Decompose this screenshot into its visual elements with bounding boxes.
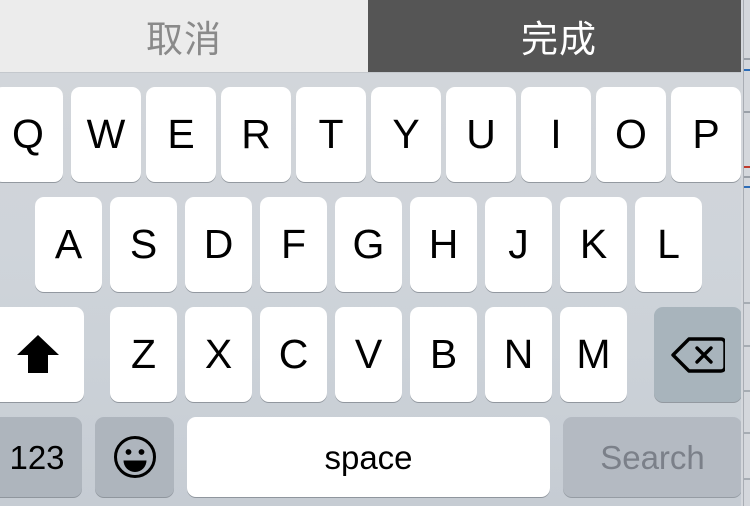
shift-key[interactable] bbox=[0, 307, 84, 402]
key-g[interactable]: G bbox=[335, 197, 402, 292]
key-label: M bbox=[576, 331, 611, 377]
key-u[interactable]: U bbox=[446, 87, 516, 182]
key-label: B bbox=[429, 331, 458, 377]
key-label: J bbox=[508, 221, 529, 267]
key-label: U bbox=[466, 111, 496, 157]
edge-mark bbox=[744, 478, 750, 480]
key-label: H bbox=[428, 221, 459, 267]
right-edge-divider bbox=[743, 0, 744, 506]
key-label: T bbox=[318, 111, 344, 157]
shift-arrow-icon bbox=[0, 307, 84, 402]
key-q[interactable]: Q bbox=[0, 87, 63, 182]
key-r[interactable]: R bbox=[221, 87, 291, 182]
key-label: X bbox=[204, 331, 233, 377]
key-x[interactable]: X bbox=[185, 307, 252, 402]
key-l[interactable]: L bbox=[635, 197, 702, 292]
key-label: G bbox=[352, 221, 385, 267]
cancel-button[interactable]: 取消 bbox=[0, 0, 368, 72]
key-label: O bbox=[615, 111, 647, 157]
key-label: K bbox=[579, 221, 608, 267]
edge-mark bbox=[744, 69, 750, 71]
key-label: Q bbox=[12, 111, 44, 157]
key-p[interactable]: P bbox=[671, 87, 741, 182]
key-m[interactable]: M bbox=[560, 307, 627, 402]
keyboard-row-1: Q W E R T Y U I O P bbox=[0, 87, 750, 182]
edge-mark bbox=[744, 111, 750, 113]
key-v[interactable]: V bbox=[335, 307, 402, 402]
key-label: N bbox=[503, 331, 534, 377]
edge-mark bbox=[744, 58, 750, 60]
edge-mark bbox=[744, 432, 750, 434]
emoji-key[interactable] bbox=[95, 417, 174, 497]
backspace-key[interactable] bbox=[654, 307, 742, 402]
key-s[interactable]: S bbox=[110, 197, 177, 292]
key-label: Search bbox=[600, 438, 705, 476]
key-label: V bbox=[354, 331, 383, 377]
key-z[interactable]: Z bbox=[110, 307, 177, 402]
key-a[interactable]: A bbox=[35, 197, 102, 292]
key-label: I bbox=[550, 111, 562, 157]
keyboard-row-3: Z X C V B N M bbox=[0, 307, 750, 402]
key-n[interactable]: N bbox=[485, 307, 552, 402]
key-o[interactable]: O bbox=[596, 87, 666, 182]
onscreen-keyboard: Q W E R T Y U I O P A S D F G H J K L Z … bbox=[0, 73, 750, 506]
key-j[interactable]: J bbox=[485, 197, 552, 292]
emoji-smiley-icon bbox=[95, 417, 174, 497]
edge-mark bbox=[744, 176, 750, 178]
key-label: P bbox=[692, 111, 720, 157]
key-f[interactable]: F bbox=[260, 197, 327, 292]
key-e[interactable]: E bbox=[146, 87, 216, 182]
key-label: W bbox=[86, 111, 126, 157]
key-label: C bbox=[278, 331, 309, 377]
edge-mark bbox=[744, 390, 750, 392]
key-y[interactable]: Y bbox=[371, 87, 441, 182]
edge-mark bbox=[744, 186, 750, 188]
keyboard-row-4: 123 space Search bbox=[0, 417, 750, 497]
key-label: L bbox=[657, 221, 680, 267]
backspace-icon bbox=[654, 307, 742, 402]
edge-mark bbox=[744, 166, 750, 168]
key-w[interactable]: W bbox=[71, 87, 141, 182]
search-return-key[interactable]: Search bbox=[563, 417, 742, 497]
key-label: Y bbox=[392, 111, 420, 157]
key-k[interactable]: K bbox=[560, 197, 627, 292]
key-label: Z bbox=[130, 331, 157, 377]
key-label: A bbox=[54, 221, 83, 267]
edge-mark bbox=[744, 302, 750, 304]
key-d[interactable]: D bbox=[185, 197, 252, 292]
key-label: E bbox=[167, 111, 195, 157]
key-b[interactable]: B bbox=[410, 307, 477, 402]
done-button[interactable]: 完成 bbox=[368, 0, 750, 72]
key-i[interactable]: I bbox=[521, 87, 591, 182]
key-label: space bbox=[324, 438, 413, 476]
toolbar: 取消 完成 bbox=[0, 0, 750, 72]
key-label: 123 bbox=[9, 438, 65, 476]
space-key[interactable]: space bbox=[187, 417, 550, 497]
keyboard-row-2: A S D F G H J K L bbox=[0, 197, 750, 292]
key-label: F bbox=[280, 221, 307, 267]
key-t[interactable]: T bbox=[296, 87, 366, 182]
key-label: S bbox=[129, 221, 158, 267]
numeric-switch-key[interactable]: 123 bbox=[0, 417, 82, 497]
keyboard-screen: 取消 完成 Q W E R T Y U I O P A S D F G H J … bbox=[0, 0, 750, 506]
key-h[interactable]: H bbox=[410, 197, 477, 292]
edge-mark bbox=[744, 345, 750, 347]
key-label: R bbox=[241, 111, 271, 157]
key-c[interactable]: C bbox=[260, 307, 327, 402]
key-label: D bbox=[203, 221, 234, 267]
